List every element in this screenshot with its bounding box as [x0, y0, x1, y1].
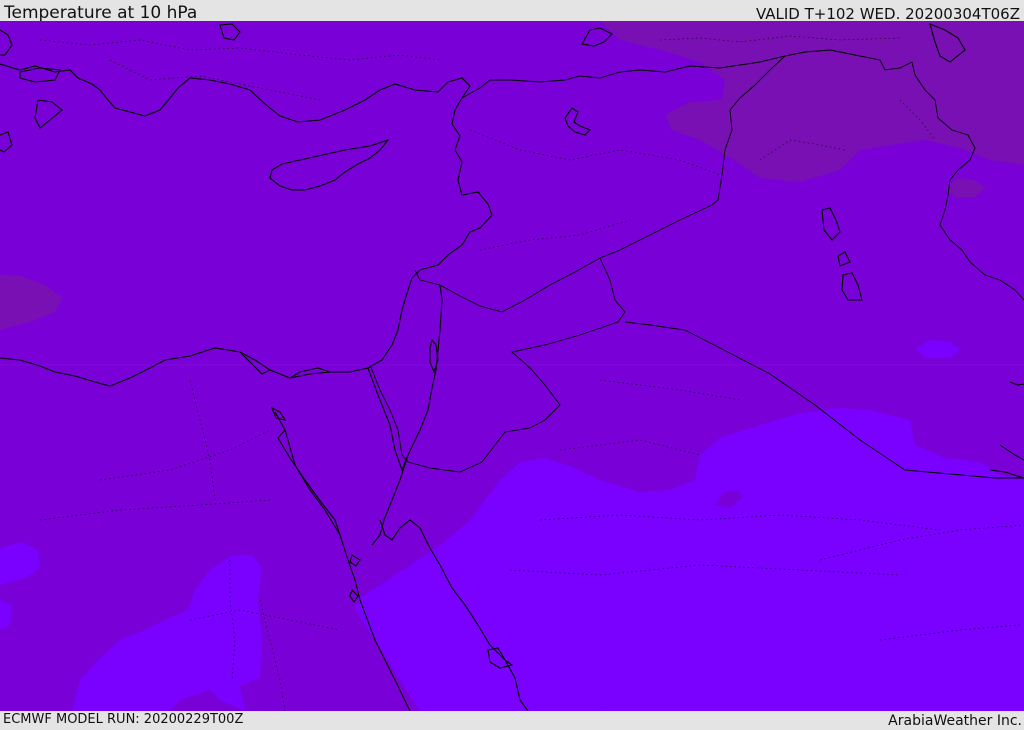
header-bar: Temperature at 10 hPa VALID T+102 WED. 2… [0, 0, 1024, 23]
map-canvas[interactable] [0, 21, 1024, 711]
model-run-label: ECMWF MODEL RUN: 20200229T00Z [3, 712, 244, 727]
credit-label: ArabiaWeather Inc. [888, 713, 1022, 729]
footer-bar: ECMWF MODEL RUN: 20200229T00Z ArabiaWeat… [0, 711, 1024, 729]
map-svg [0, 21, 1024, 711]
map-title: Temperature at 10 hPa [4, 3, 198, 23]
